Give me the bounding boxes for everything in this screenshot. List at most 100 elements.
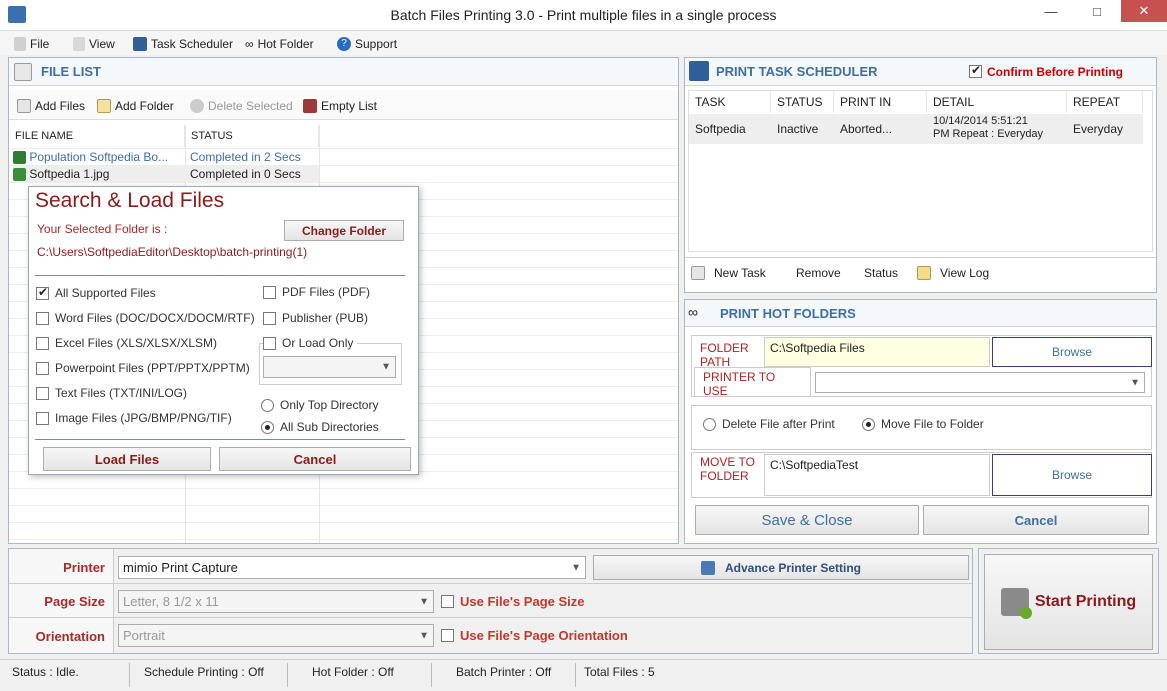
chevron-down-icon: ▼ xyxy=(419,630,429,641)
checkbox[interactable] xyxy=(263,336,276,350)
menu-hot-folder-label: Hot Folder xyxy=(257,37,314,51)
radio-button[interactable] xyxy=(862,417,875,431)
scheduler-header: PRINT TASK SCHEDULER Confirm Before Prin… xyxy=(685,58,1156,86)
menu-view[interactable]: View xyxy=(73,35,115,53)
delete-selected-label: Delete Selected xyxy=(208,99,293,113)
move-to-folder-input[interactable]: C:\SoftpediaTest xyxy=(764,454,990,496)
radio-button[interactable] xyxy=(261,398,274,412)
start-printing-button[interactable]: Start Printing xyxy=(984,554,1153,650)
close-button[interactable]: ✕ xyxy=(1121,0,1167,22)
use-file-page-size-option[interactable]: Use File's Page Size xyxy=(441,594,584,609)
file-name-cell: Population Softpedia Bo... xyxy=(29,150,169,164)
checkbox[interactable] xyxy=(36,411,49,425)
empty-list-button[interactable]: Empty List xyxy=(303,97,377,115)
option-all-supported[interactable]: All Supported Files xyxy=(36,285,156,300)
option-word-files[interactable]: Word Files (DOC/DOCX/DOCM/RTF) xyxy=(36,311,255,325)
checkbox[interactable] xyxy=(36,386,49,400)
add-files-button[interactable]: Add Files xyxy=(17,97,85,115)
option-excel-files[interactable]: Excel Files (XLS/XLSX/XLSM) xyxy=(36,336,217,350)
menu-hot-folder[interactable]: ∞ Hot Folder xyxy=(245,35,314,53)
search-load-dialog: Search & Load Files Your Selected Folder… xyxy=(28,186,419,475)
checkbox[interactable] xyxy=(441,629,454,642)
chevron-down-icon: ▼ xyxy=(1130,377,1140,388)
radio-delete-after-print[interactable]: Delete File after Print xyxy=(703,417,835,431)
orientation-select[interactable]: Portrait ▼ xyxy=(118,624,434,647)
row-divider xyxy=(9,617,972,618)
file-list-header: FILE LIST xyxy=(9,58,678,86)
browse-move-folder-button[interactable]: Browse xyxy=(992,454,1152,496)
option-publisher[interactable]: Publisher (PUB) xyxy=(263,311,368,325)
page-size-select[interactable]: Letter, 8 1/2 x 11 ▼ xyxy=(118,590,434,613)
option-label: Or Load Only xyxy=(282,336,354,350)
option-label: Image Files (JPG/BMP/PNG/TIF) xyxy=(55,411,232,425)
checkbox[interactable] xyxy=(36,361,49,375)
checkbox[interactable] xyxy=(36,311,49,325)
checkbox[interactable] xyxy=(263,311,276,325)
calendar-icon xyxy=(133,37,147,51)
option-text-files[interactable]: Text Files (TXT/INI/LOG) xyxy=(36,386,187,400)
checkbox[interactable] xyxy=(441,595,454,608)
column-task[interactable]: TASK xyxy=(689,91,771,113)
table-row[interactable]: Softpedia Inactive Aborted... 10/14/2014… xyxy=(689,114,1143,144)
help-icon: ? xyxy=(337,37,351,51)
checkbox[interactable] xyxy=(36,285,49,300)
option-pdf-files[interactable]: PDF Files (PDF) xyxy=(263,285,370,299)
folder-path-input[interactable]: C:\Softpedia Files xyxy=(764,337,990,367)
view-log-button[interactable]: View Log xyxy=(917,264,989,282)
save-close-button[interactable]: Save & Close xyxy=(695,505,919,535)
table-row[interactable]: Population Softpedia Bo... xyxy=(13,149,183,166)
divider xyxy=(685,257,1156,258)
use-file-orientation-option[interactable]: Use File's Page Orientation xyxy=(441,628,628,643)
column-file-name[interactable]: FILE NAME xyxy=(9,125,185,147)
browse-folder-button[interactable]: Browse xyxy=(992,337,1152,367)
delete-selected-button[interactable]: Delete Selected xyxy=(190,97,293,115)
scheduler-title: PRINT TASK SCHEDULER xyxy=(716,64,878,79)
change-folder-button[interactable]: Change Folder xyxy=(284,220,404,241)
checkbox[interactable] xyxy=(36,336,49,350)
column-print-in[interactable]: PRINT IN xyxy=(834,91,927,113)
log-icon xyxy=(917,266,931,280)
minimize-button[interactable]: — xyxy=(1028,0,1074,22)
option-or-load-only[interactable]: Or Load Only xyxy=(263,336,358,350)
advance-printer-setting-button[interactable]: Advance Printer Setting xyxy=(593,555,969,580)
status-button[interactable]: Status xyxy=(864,264,898,282)
column-repeat[interactable]: REPEAT xyxy=(1067,91,1143,113)
column-status[interactable]: STATUS xyxy=(185,125,319,147)
menu-task-scheduler[interactable]: Task Scheduler xyxy=(133,35,233,53)
use-file-page-size-label: Use File's Page Size xyxy=(460,594,585,609)
menu-task-scheduler-label: Task Scheduler xyxy=(151,37,234,51)
remove-button[interactable]: Remove xyxy=(796,264,841,282)
radio-only-top-directory[interactable]: Only Top Directory xyxy=(261,398,378,412)
folder-icon xyxy=(97,99,111,113)
radio-all-sub-directories[interactable]: All Sub Directories xyxy=(261,420,379,434)
printer-icon xyxy=(700,560,715,575)
confirm-checkbox[interactable] xyxy=(969,63,982,78)
checkbox[interactable] xyxy=(263,285,276,299)
option-label: Move File to Folder xyxy=(881,417,984,431)
menu-support-label: Support xyxy=(355,37,398,51)
chevron-down-icon: ▼ xyxy=(571,562,581,573)
hot-folder-printer-select[interactable]: ▼ xyxy=(815,372,1145,393)
menu-support[interactable]: ? Support xyxy=(337,35,397,53)
load-files-button[interactable]: Load Files xyxy=(43,447,211,471)
radio-move-to-folder[interactable]: Move File to Folder xyxy=(862,417,984,431)
chevron-down-icon: ▼ xyxy=(419,596,429,607)
load-only-select[interactable]: ▼ xyxy=(263,356,396,378)
column-detail[interactable]: DETAIL xyxy=(927,91,1067,113)
orientation-label: Orientation xyxy=(35,629,105,644)
menu-file[interactable]: File xyxy=(14,35,49,53)
maximize-button[interactable]: □ xyxy=(1074,0,1120,22)
printer-select[interactable]: mimio Print Capture ▼ xyxy=(118,556,586,579)
radio-button[interactable] xyxy=(261,420,274,434)
option-label: Powerpoint Files (PPT/PPTX/PPTM) xyxy=(55,361,250,375)
option-powerpoint-files[interactable]: Powerpoint Files (PPT/PPTX/PPTM) xyxy=(36,361,250,375)
divider xyxy=(35,275,405,276)
add-folder-button[interactable]: Add Folder xyxy=(97,97,174,115)
new-task-button[interactable]: New Task xyxy=(691,264,766,282)
radio-button[interactable] xyxy=(703,417,716,431)
column-status[interactable]: STATUS xyxy=(771,91,834,113)
move-to-folder-label: MOVE TO FOLDER xyxy=(700,455,755,483)
hot-folder-cancel-button[interactable]: Cancel xyxy=(923,505,1149,535)
option-image-files[interactable]: Image Files (JPG/BMP/PNG/TIF) xyxy=(36,411,232,425)
cancel-button[interactable]: Cancel xyxy=(219,447,411,471)
